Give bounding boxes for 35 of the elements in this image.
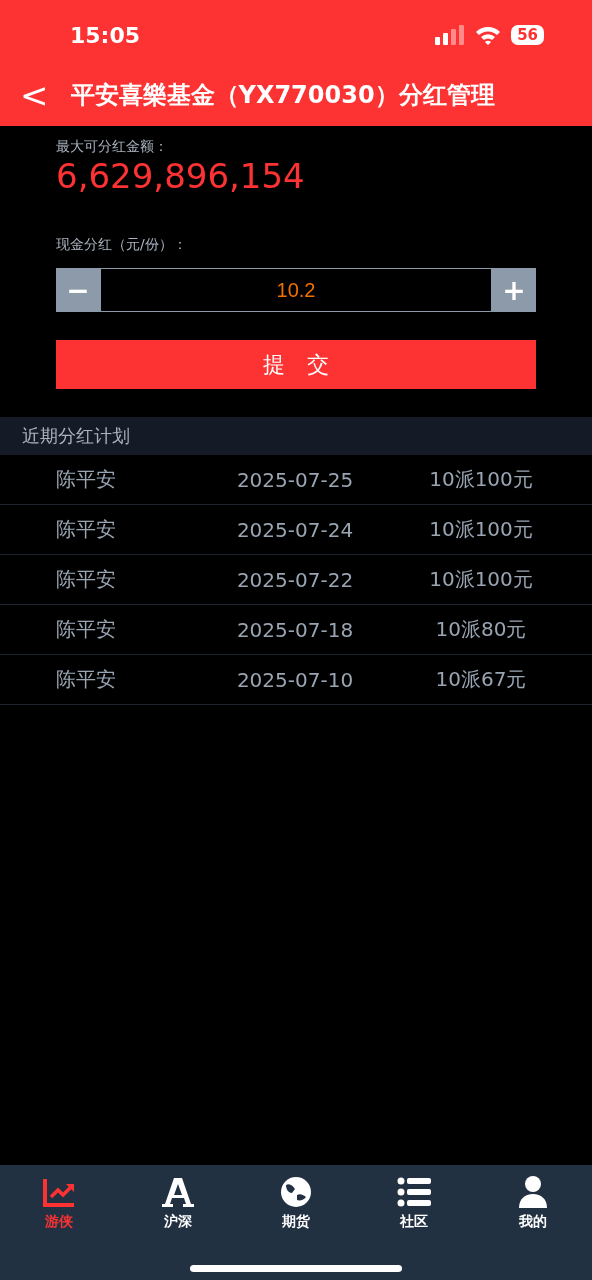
plan-name: 陈平安 xyxy=(55,516,117,543)
plan-date: 2025-07-18 xyxy=(235,617,355,642)
plan-date: 2025-07-10 xyxy=(235,667,355,692)
wifi-icon xyxy=(475,25,502,45)
plan-name: 陈平安 xyxy=(55,666,117,693)
plan-name: 陈平安 xyxy=(55,466,117,493)
submit-button[interactable]: 提 交 xyxy=(56,340,536,389)
plan-name: 陈平安 xyxy=(55,616,117,643)
plan-amount: 10派100元 xyxy=(428,566,534,593)
tab[interactable]: 期货 xyxy=(236,1175,356,1231)
globe-icon xyxy=(279,1175,313,1209)
max-amount-label: 最大可分红金额： xyxy=(56,138,169,156)
plan-amount: 10派67元 xyxy=(434,666,528,693)
max-amount-value: 6,629,896,154 xyxy=(56,156,306,196)
signal-icon xyxy=(435,25,466,45)
tab[interactable]: 沪深 xyxy=(118,1175,237,1231)
plan-name: 陈平安 xyxy=(55,566,117,593)
back-button[interactable]: < xyxy=(16,78,53,112)
battery-level: 56 xyxy=(511,25,544,45)
tab[interactable]: 游侠 xyxy=(0,1175,119,1231)
section-header: 近期分红计划 xyxy=(0,417,592,455)
plan-amount: 10派100元 xyxy=(428,516,534,543)
plan-date: 2025-07-25 xyxy=(235,467,355,492)
font-icon xyxy=(160,1175,195,1209)
plan-date: 2025-07-22 xyxy=(235,567,355,592)
page-title: 平安喜樂基金（YX770030）分红管理 xyxy=(70,80,495,111)
list-icon xyxy=(397,1175,432,1209)
plan-amount: 10派100元 xyxy=(428,466,534,493)
cash-dividend-label: 现金分红（元/份）： xyxy=(56,236,188,254)
tab[interactable]: 社区 xyxy=(355,1175,474,1231)
tab[interactable]: 我的 xyxy=(473,1175,592,1231)
dividend-input[interactable]: 10.2 xyxy=(100,268,492,312)
plan-date: 2025-07-24 xyxy=(235,517,355,542)
plan-amount: 10派80元 xyxy=(434,616,528,643)
status-time: 15:05 xyxy=(70,22,141,48)
